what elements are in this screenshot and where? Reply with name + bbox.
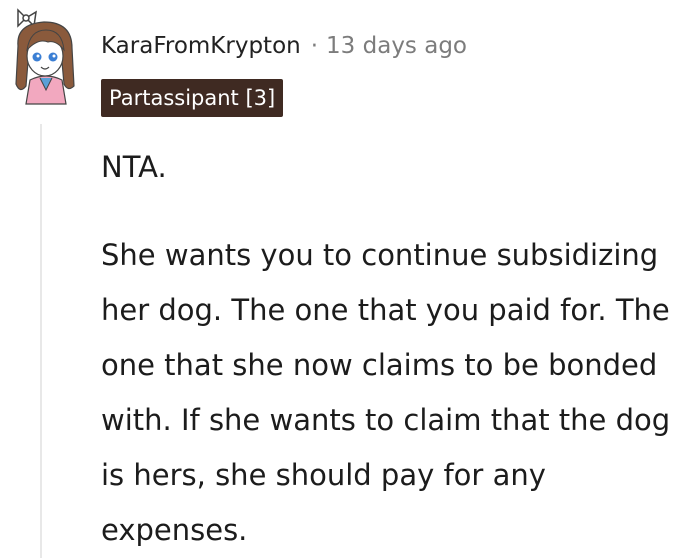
user-flair-badge: Partassipant [3] — [101, 79, 284, 117]
comment-paragraph: She wants you to continue subsidizing he… — [101, 238, 671, 547]
comment-body: NTA. She wants you to continue subsidizi… — [101, 140, 696, 558]
user-avatar-icon[interactable] — [8, 6, 84, 106]
username-link[interactable]: KaraFromKrypton — [101, 33, 301, 59]
thread-line[interactable] — [40, 124, 42, 558]
comment-paragraph: NTA. — [101, 150, 167, 184]
comment-meta: KaraFromKrypton · 13 days ago — [101, 26, 467, 66]
timestamp[interactable]: 13 days ago — [326, 33, 467, 59]
meta-separator: · — [310, 33, 319, 59]
